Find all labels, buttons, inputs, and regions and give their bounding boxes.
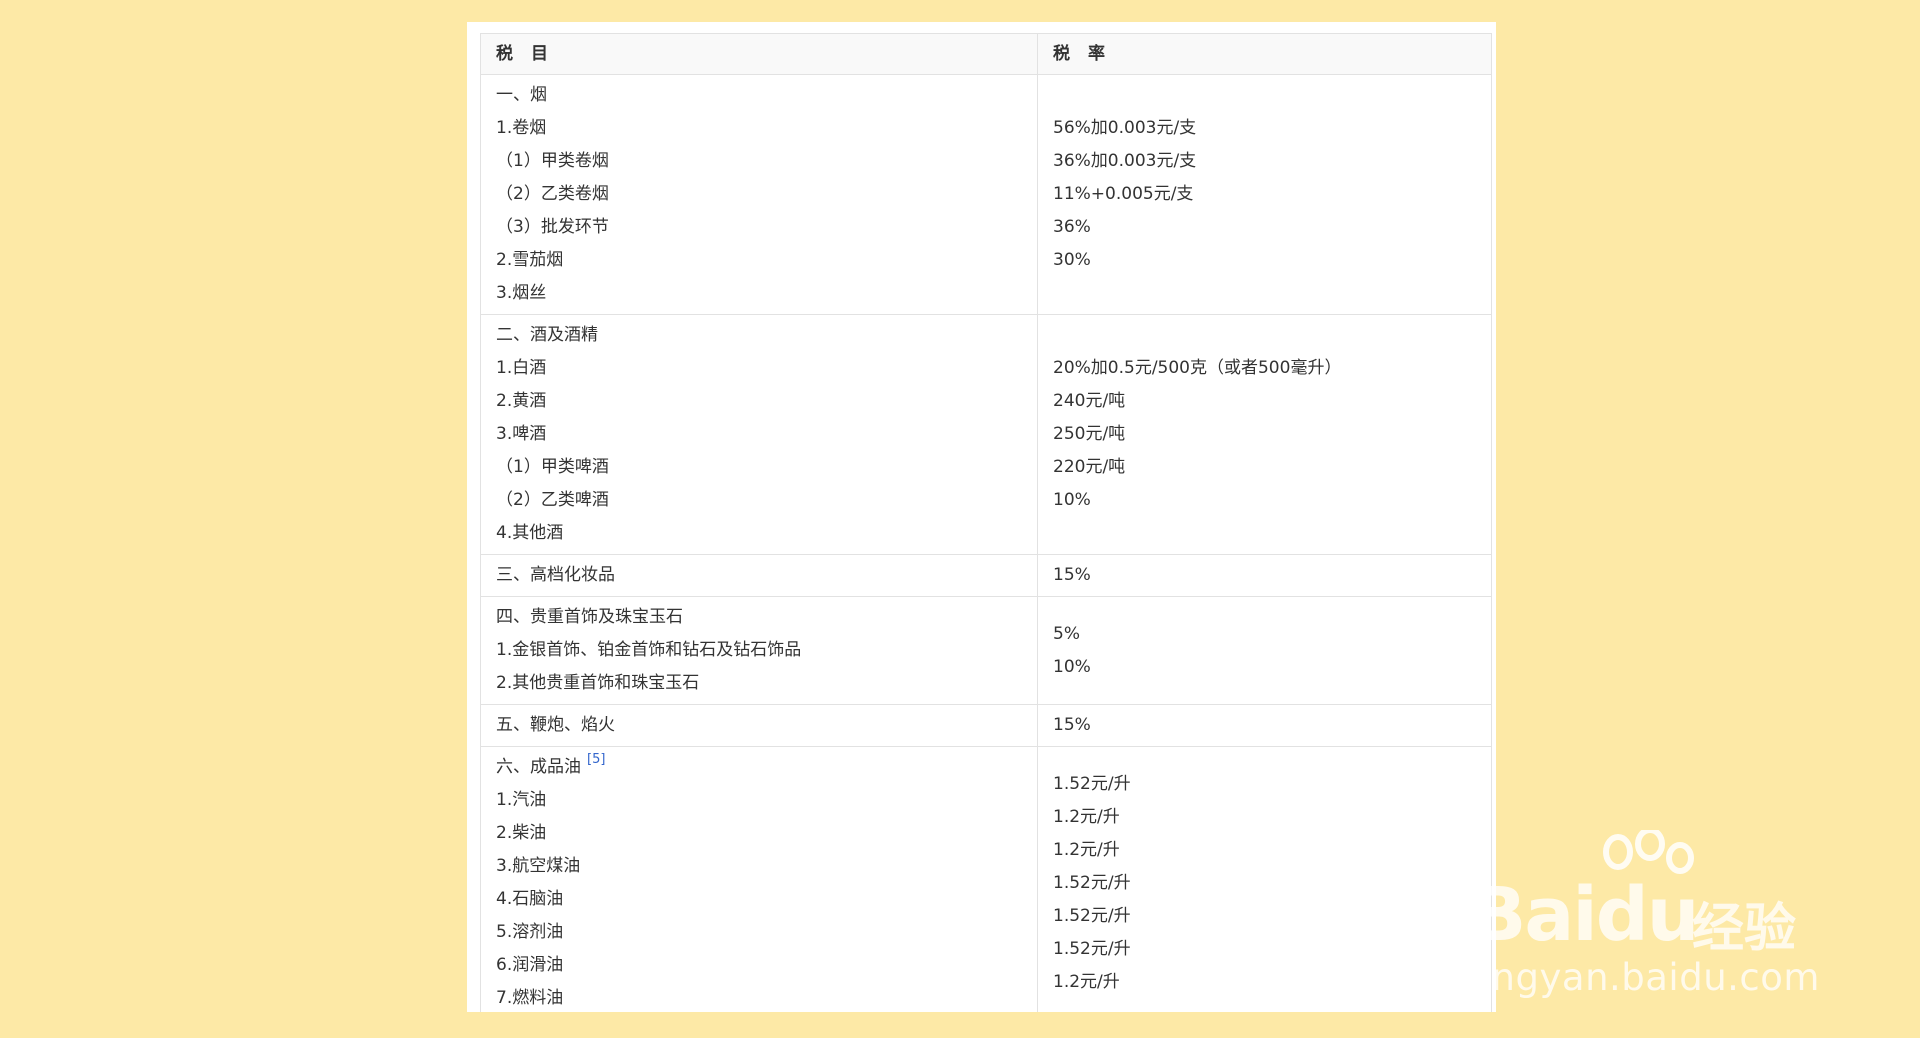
item-line: 1.白酒 (496, 358, 547, 378)
rate-line: 1.2元/升 (1053, 806, 1120, 827)
item-line: 一、烟 (496, 85, 547, 105)
item-line: 3.啤酒 (496, 424, 547, 444)
rate-line: 1.52元/升 (1053, 905, 1131, 926)
rate-cell: 15% (1037, 704, 1492, 747)
rate-line: 15% (1053, 715, 1091, 735)
rate-cell: 5% 10% (1037, 596, 1492, 705)
table-row: 一、烟 1.卷烟 （1）甲类卷烟 （2）乙类卷烟 （3）批发环节 2.雪茄烟 3… (480, 74, 1492, 315)
rate-line: 1.52元/升 (1053, 872, 1131, 893)
item-line: 7.燃料油 (496, 988, 564, 1008)
item-line-text: 六、成品油 (496, 757, 581, 777)
rate-line: 30% (1053, 250, 1091, 270)
item-line: 1.卷烟 (496, 118, 547, 138)
item-line: 二、酒及酒精 (496, 325, 598, 345)
item-line: 1.金银首饰、铂金首饰和钻石及钻石饰品 (496, 640, 802, 660)
item-line: 六、成品油 [5] (496, 751, 1022, 784)
item-cell: 三、高档化妆品 (480, 554, 1038, 597)
item-line: 2.其他贵重首饰和珠宝玉石 (496, 673, 700, 693)
item-line: 3.航空煤油 (496, 856, 581, 876)
item-cell: 一、烟 1.卷烟 （1）甲类卷烟 （2）乙类卷烟 （3）批发环节 2.雪茄烟 3… (480, 74, 1038, 315)
item-cell: 五、鞭炮、焰火 (480, 704, 1038, 747)
item-line: 3.烟丝 (496, 283, 547, 303)
rate-line: 1.52元/升 (1053, 773, 1131, 794)
rate-line: 36% (1053, 217, 1091, 237)
rate-line (1053, 79, 1476, 112)
item-line: 三、高档化妆品 (496, 565, 615, 585)
watermark-url: jingyan.baidu.com (1470, 956, 1820, 999)
rate-line: 20%加0.5元/500克（或者500毫升） (1053, 358, 1342, 378)
document-page: 税 目 税 率 一、烟 1.卷烟 （1）甲类卷烟 （2）乙类卷烟 （3）批发环节… (467, 22, 1496, 1012)
rate-cell: 20%加0.5元/500克（或者500毫升） 240元/吨 250元/吨 220… (1037, 314, 1492, 555)
item-line: 4.其他酒 (496, 523, 564, 543)
watermark-cn: 经验 (1692, 899, 1797, 959)
item-line: 2.黄酒 (496, 391, 547, 411)
rate-line: 56%加0.003元/支 (1053, 118, 1197, 138)
rate-line (1053, 277, 1476, 310)
table-row: 二、酒及酒精 1.白酒 2.黄酒 3.啤酒 （1）甲类啤酒 （2）乙类啤酒 4.… (480, 314, 1492, 555)
item-line: 5.溶剂油 (496, 922, 564, 942)
item-line: 1.汽油 (496, 790, 547, 810)
table-row: 三、高档化妆品 15% (480, 554, 1492, 597)
item-line: 4.石脑油 (496, 889, 564, 909)
item-cell: 二、酒及酒精 1.白酒 2.黄酒 3.啤酒 （1）甲类啤酒 （2）乙类啤酒 4.… (480, 314, 1038, 555)
table-row: 五、鞭炮、焰火 15% (480, 704, 1492, 747)
rate-line: 10% (1053, 490, 1091, 510)
table-header-row: 税 目 税 率 (480, 33, 1492, 75)
item-line: （1）甲类啤酒 (496, 457, 609, 477)
rate-line: 15% (1053, 565, 1091, 585)
item-line: （2）乙类啤酒 (496, 490, 609, 510)
item-cell: 四、贵重首饰及珠宝玉石 1.金银首饰、铂金首饰和钻石及钻石饰品 2.其他贵重首饰… (480, 596, 1038, 705)
rate-line: 11%+0.005元/支 (1053, 184, 1194, 204)
table-row: 四、贵重首饰及珠宝玉石 1.金银首饰、铂金首饰和钻石及钻石饰品 2.其他贵重首饰… (480, 596, 1492, 705)
item-line: 6.润滑油 (496, 955, 564, 975)
watermark-brand: Baidu (1470, 872, 1700, 958)
reference-link[interactable]: [5] (587, 752, 605, 767)
rate-line: 240元/吨 (1053, 391, 1126, 411)
rate-line: 1.2元/升 (1053, 839, 1120, 860)
rate-line (1053, 319, 1476, 352)
item-line: 2.柴油 (496, 823, 547, 843)
item-cell: 六、成品油 [5] 1.汽油 2.柴油 3.航空煤油 4.石脑油 5.溶剂油 6.… (480, 746, 1038, 1012)
rate-line (1053, 517, 1476, 550)
item-line: （3）批发环节 (496, 217, 609, 237)
header-rate: 税 率 (1037, 33, 1492, 75)
item-line: （2）乙类卷烟 (496, 184, 609, 204)
rate-cell: 56%加0.003元/支 36%加0.003元/支 11%+0.005元/支 3… (1037, 74, 1492, 315)
item-line: 2.雪茄烟 (496, 250, 564, 270)
rate-cell: 1.52元/升 1.2元/升 1.2元/升 1.52元/升 1.52元/升 1.… (1037, 746, 1492, 1012)
item-line: 五、鞭炮、焰火 (496, 715, 615, 735)
item-line: 四、贵重首饰及珠宝玉石 (496, 607, 683, 627)
rate-line: 36%加0.003元/支 (1053, 151, 1197, 171)
watermark-brand-head: Bai (1470, 872, 1598, 958)
rate-line: 5% (1053, 623, 1080, 644)
item-line: （1）甲类卷烟 (496, 151, 609, 171)
watermark-brand-tail: du (1595, 872, 1700, 958)
table-row: 六、成品油 [5] 1.汽油 2.柴油 3.航空煤油 4.石脑油 5.溶剂油 6.… (480, 746, 1492, 1012)
baidu-jingyan-watermark: Baidu 经验 jingyan.baidu.com (1470, 830, 1830, 1000)
rate-line: 220元/吨 (1053, 457, 1126, 477)
rate-line: 1.52元/升 (1053, 938, 1131, 959)
rate-cell: 15% (1037, 554, 1492, 597)
header-item: 税 目 (480, 33, 1038, 75)
rate-line: 1.2元/升 (1053, 971, 1120, 992)
rate-line: 10% (1053, 656, 1091, 677)
rate-line: 250元/吨 (1053, 424, 1126, 444)
tax-rate-table: 税 目 税 率 一、烟 1.卷烟 （1）甲类卷烟 （2）乙类卷烟 （3）批发环节… (480, 33, 1492, 1012)
